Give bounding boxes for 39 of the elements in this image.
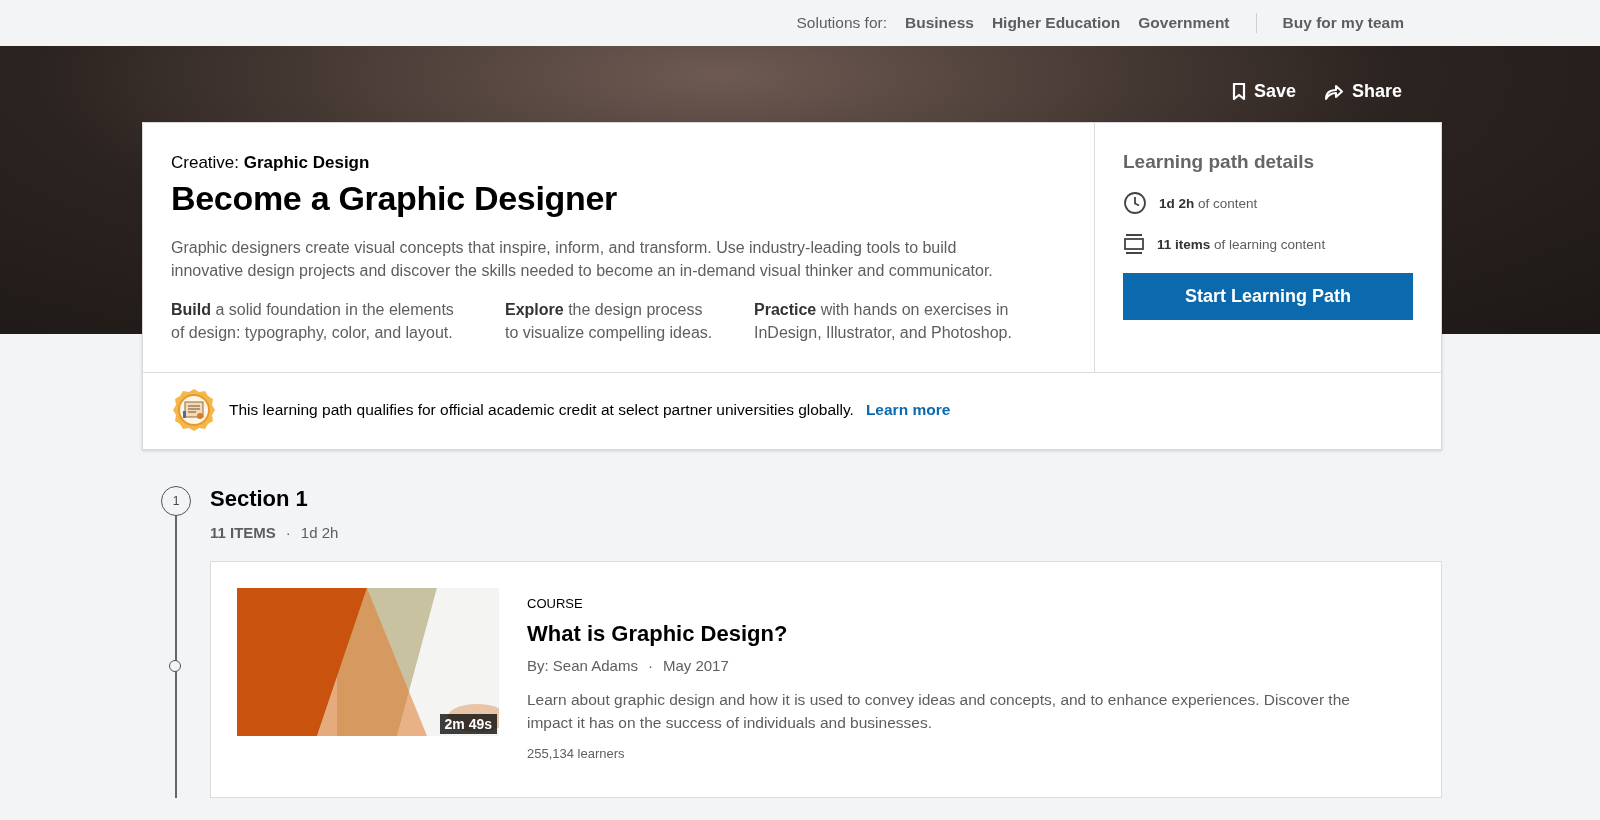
section-title: Section 1 [210,486,309,512]
bookmark-icon [1231,82,1246,101]
course-title[interactable]: What is Graphic Design? [527,621,1387,647]
separator-dot: · [647,657,653,674]
course-description: Learn about graphic design and how it is used to convey ideas and concepts, and to enhance experiences. Discover the impact it has on the success of individuals and businesses. [527,690,1351,733]
clock-icon [1123,191,1147,215]
course-card[interactable] [210,561,1442,798]
share-icon [1323,83,1344,100]
separator-dot: · [285,524,291,541]
certificate-badge-icon [171,387,217,433]
nav-link[interactable]: Government [1138,14,1230,32]
nav-link[interactable]: Higher Education [991,14,1121,32]
highlight-text: Build a solid foundation in the elements of design: typography, color, and layout. [171,300,455,343]
save-button[interactable]: Save [1229,79,1298,104]
credit-text: This learning path qualifies for official academic credit at select partner universities globally. [229,401,854,419]
duration-badge: 2m 49s [439,714,497,734]
details-title: Learning path details [1123,151,1316,173]
item-count: 11 ITEMS [210,524,276,541]
path-title: Become a Graphic Designer [171,179,618,218]
buy-link[interactable]: Buy for my team [1282,14,1404,32]
item-type: COURSE [527,596,584,611]
start-learning-button[interactable]: Start Learning Path [1123,273,1413,320]
path-description: Graphic designers create visual concepts that inspire, inform, and transform. Use industry-leading tools to build innovative design projects and discover the skills needed to become an in-demand visual thinker and communicator. [171,238,994,281]
learn-more-link[interactable]: Learn more [865,401,951,419]
detail-text: 1d 2h of content [1159,195,1258,211]
share-button[interactable]: Share [1321,79,1404,104]
course-author: By: Sean Adams [527,657,638,674]
stack-icon [1123,233,1145,255]
section-duration: 1d 2h [300,524,339,541]
detail-text: 11 items of learning content [1157,236,1326,252]
timeline-node [169,660,181,672]
learner-count: 255,134 learners [527,746,626,761]
solutions-label: Solutions for: [796,14,887,32]
highlight-text: Explore the design process to visualize compelling ideas. [505,300,714,343]
category-label: Creative: Graphic Design [171,153,371,173]
highlight-text: Practice with hands on exercises in InDesign, Illustrator, and Photoshop. [754,300,1013,343]
nav-link[interactable]: Business [905,14,974,32]
course-date: May 2017 [662,657,729,674]
section-number: 1 [161,486,191,516]
